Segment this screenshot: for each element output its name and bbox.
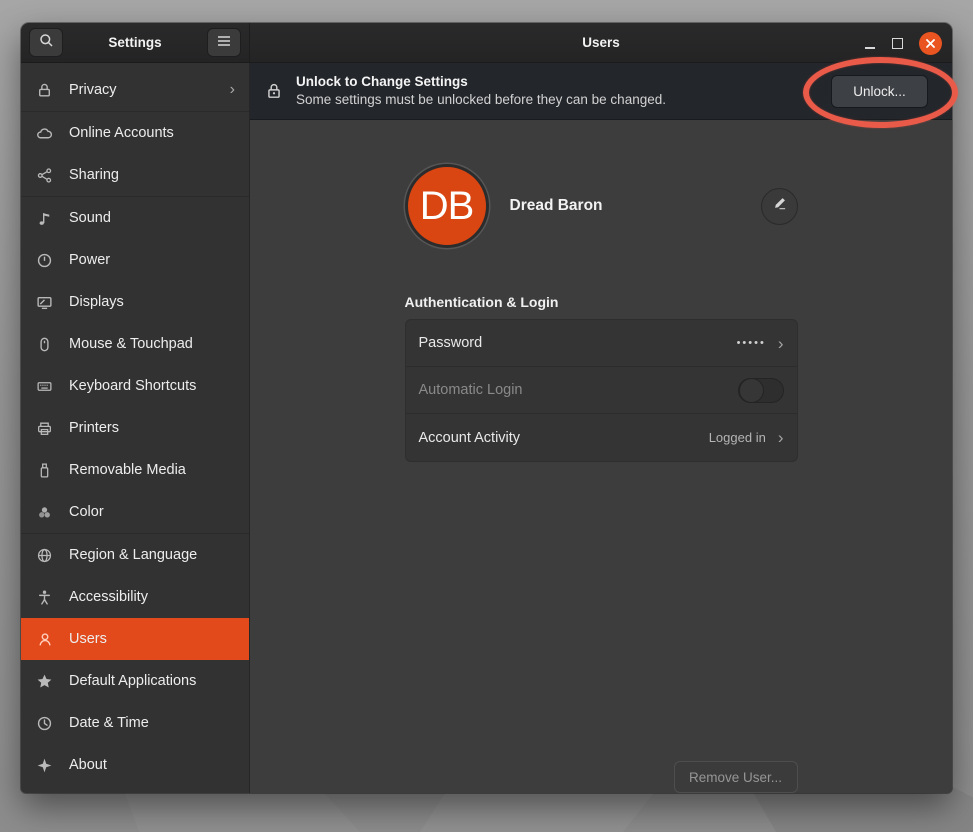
headerbar: Settings Users [21,23,952,63]
chevron-right-icon: › [230,82,235,98]
sidebar-item-date-time[interactable]: Date & Time [21,702,249,744]
sidebar-item-printers[interactable]: Printers [21,407,249,449]
unlock-button[interactable]: Unlock... [831,75,928,108]
sidebar-item-label: Privacy [69,82,230,98]
sidebar-item-label: Default Applications [69,673,235,689]
users-content: DB Dread Baron Authentication & Login [250,120,952,793]
accessibility-icon [36,589,53,606]
sidebar-item-users[interactable]: Users [21,618,249,660]
password-row[interactable]: Password ••••• › [406,320,797,367]
unlock-banner: Unlock to Change Settings Some settings … [250,63,952,120]
remove-user-button[interactable]: Remove User... [674,761,798,793]
sidebar-item-color[interactable]: Color [21,491,249,533]
search-button[interactable] [29,28,63,57]
maximize-button[interactable] [892,38,903,49]
user-name: Dread Baron [510,197,761,215]
lock-icon [36,82,53,99]
globe-icon [36,547,53,564]
sidebar-item-accessibility[interactable]: Accessibility [21,576,249,618]
printer-icon [36,420,53,437]
sidebar: Privacy › Online Accounts [21,63,250,793]
sidebar-item-label: Power [69,252,235,268]
search-icon [39,33,54,53]
sidebar-item-online-accounts[interactable]: Online Accounts [21,112,249,154]
cloud-icon [36,125,53,142]
color-icon [36,504,53,521]
sidebar-item-mouse-touchpad[interactable]: Mouse & Touchpad [21,323,249,365]
keyboard-icon [36,378,53,395]
headerbar-right: Users [250,23,952,62]
users-panel: Unlock to Change Settings Some settings … [250,63,952,793]
mouse-icon [36,336,53,353]
sidebar-item-keyboard-shortcuts[interactable]: Keyboard Shortcuts [21,365,249,407]
automatic-login-row: Automatic Login [406,367,797,414]
sidebar-item-label: Date & Time [69,715,235,731]
chevron-right-icon: › [778,335,784,352]
close-button[interactable] [919,32,942,55]
banner-text: Unlock to Change Settings Some settings … [296,73,831,109]
share-icon [36,167,53,184]
pencil-icon [772,196,787,216]
music-note-icon [36,210,53,227]
sidebar-item-removable-media[interactable]: Removable Media [21,449,249,491]
sidebar-item-label: Displays [69,294,235,310]
sidebar-item-label: Region & Language [69,547,235,563]
settings-title: Settings [63,35,207,50]
sidebar-item-sound[interactable]: Sound [21,197,249,239]
window-controls [864,23,942,63]
rename-user-button[interactable] [761,188,798,225]
sidebar-item-label: Users [69,631,235,647]
sidebar-item-label: Color [69,504,235,520]
sidebar-item-label: Mouse & Touchpad [69,336,235,352]
star-icon [36,673,53,690]
sidebar-item-privacy[interactable]: Privacy › [21,69,249,111]
auth-list: Password ••••• › Automatic Login Account… [405,319,798,462]
automatic-login-label: Automatic Login [419,382,738,398]
sparkle-icon [36,757,53,774]
sidebar-item-label: Sharing [69,167,235,183]
sidebar-item-label: Keyboard Shortcuts [69,378,235,394]
section-title: Authentication & Login [405,294,798,310]
display-icon [36,294,53,311]
minimize-button[interactable] [864,37,876,49]
toggle-knob [739,378,764,403]
password-value: ••••• [737,337,766,349]
account-activity-value: Logged in [709,430,766,445]
banner-subtitle: Some settings must be unlocked before th… [296,91,831,109]
user-header-row: DB Dread Baron [405,160,798,252]
flash-drive-icon [36,462,53,479]
sidebar-item-label: Online Accounts [69,125,235,141]
clock-icon [36,715,53,732]
banner-title: Unlock to Change Settings [296,73,831,91]
sidebar-item-default-applications[interactable]: Default Applications [21,660,249,702]
sidebar-item-about[interactable]: About [21,744,249,786]
sidebar-item-power[interactable]: Power [21,239,249,281]
sidebar-item-label: Printers [69,420,235,436]
sidebar-item-label: About [69,757,235,773]
hamburger-icon [217,34,231,52]
sidebar-item-displays[interactable]: Displays [21,281,249,323]
headerbar-left: Settings [21,23,250,62]
sidebar-item-label: Accessibility [69,589,235,605]
sidebar-item-label: Removable Media [69,462,235,478]
account-activity-label: Account Activity [419,430,709,446]
panel-title: Users [250,35,952,50]
automatic-login-toggle[interactable] [738,378,784,403]
lock-icon [265,82,283,100]
account-activity-row[interactable]: Account Activity Logged in › [406,414,797,461]
users-icon [36,631,53,648]
sidebar-item-region-language[interactable]: Region & Language [21,534,249,576]
sidebar-item-sharing[interactable]: Sharing [21,154,249,196]
menu-button[interactable] [207,28,241,57]
sidebar-item-label: Sound [69,210,235,226]
settings-window: Settings Users [21,23,952,793]
close-icon [925,38,936,49]
password-label: Password [419,335,737,351]
avatar[interactable]: DB [405,164,489,248]
chevron-right-icon: › [778,429,784,446]
power-icon [36,252,53,269]
